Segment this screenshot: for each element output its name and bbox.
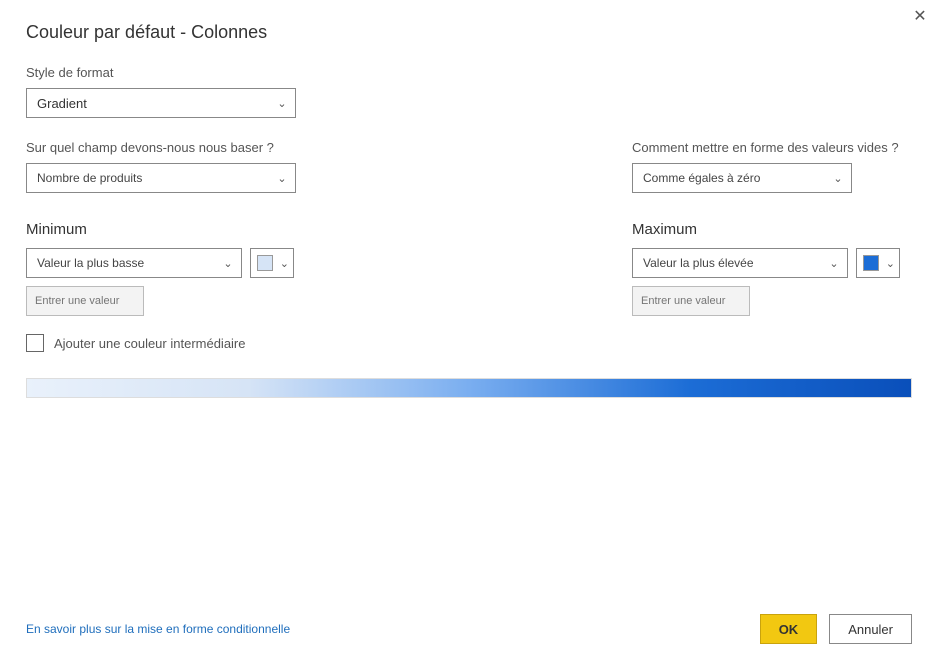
maximum-dropdown[interactable]: Valeur la plus élevée ⌄ bbox=[632, 248, 848, 278]
chevron-down-icon: ⌄ bbox=[825, 172, 851, 185]
format-style-value: Gradient bbox=[27, 96, 269, 111]
close-icon: ✕ bbox=[913, 6, 926, 26]
maximum-value-input bbox=[632, 286, 750, 316]
based-on-field-value: Nombre de produits bbox=[27, 171, 269, 185]
chevron-down-icon: ⌄ bbox=[280, 257, 289, 270]
gradient-preview-bar bbox=[26, 378, 912, 398]
dialog-title: Couleur par défaut - Colonnes bbox=[26, 22, 267, 43]
learn-more-link[interactable]: En savoir plus sur la mise en forme cond… bbox=[26, 622, 290, 636]
close-button[interactable]: ✕ bbox=[912, 8, 928, 24]
chevron-down-icon: ⌄ bbox=[269, 172, 295, 185]
minimum-color-picker[interactable]: ⌄ bbox=[250, 248, 294, 278]
maximum-dropdown-value: Valeur la plus élevée bbox=[633, 256, 821, 270]
ok-button[interactable]: OK bbox=[760, 614, 818, 644]
chevron-down-icon: ⌄ bbox=[269, 97, 295, 110]
chevron-down-icon: ⌄ bbox=[215, 257, 241, 270]
intermediate-color-label: Ajouter une couleur intermédiaire bbox=[54, 336, 246, 351]
minimum-color-swatch bbox=[257, 255, 273, 271]
format-style-label: Style de format bbox=[26, 65, 912, 80]
empty-values-value: Comme égales à zéro bbox=[633, 171, 825, 185]
maximum-color-swatch bbox=[863, 255, 879, 271]
based-on-field-dropdown[interactable]: Nombre de produits ⌄ bbox=[26, 163, 296, 193]
minimum-value-input bbox=[26, 286, 144, 316]
chevron-down-icon: ⌄ bbox=[821, 257, 847, 270]
maximum-color-picker[interactable]: ⌄ bbox=[856, 248, 900, 278]
format-style-dropdown[interactable]: Gradient ⌄ bbox=[26, 88, 296, 118]
based-on-field-label: Sur quel champ devons-nous nous baser ? bbox=[26, 140, 326, 155]
chevron-down-icon: ⌄ bbox=[886, 257, 895, 270]
empty-values-dropdown[interactable]: Comme égales à zéro ⌄ bbox=[632, 163, 852, 193]
cancel-button[interactable]: Annuler bbox=[829, 614, 912, 644]
empty-values-label: Comment mettre en forme des valeurs vide… bbox=[632, 140, 912, 155]
intermediate-color-checkbox[interactable] bbox=[26, 334, 44, 352]
minimum-dropdown[interactable]: Valeur la plus basse ⌄ bbox=[26, 248, 242, 278]
maximum-label: Maximum bbox=[632, 221, 912, 238]
minimum-label: Minimum bbox=[26, 221, 326, 238]
minimum-dropdown-value: Valeur la plus basse bbox=[27, 256, 215, 270]
